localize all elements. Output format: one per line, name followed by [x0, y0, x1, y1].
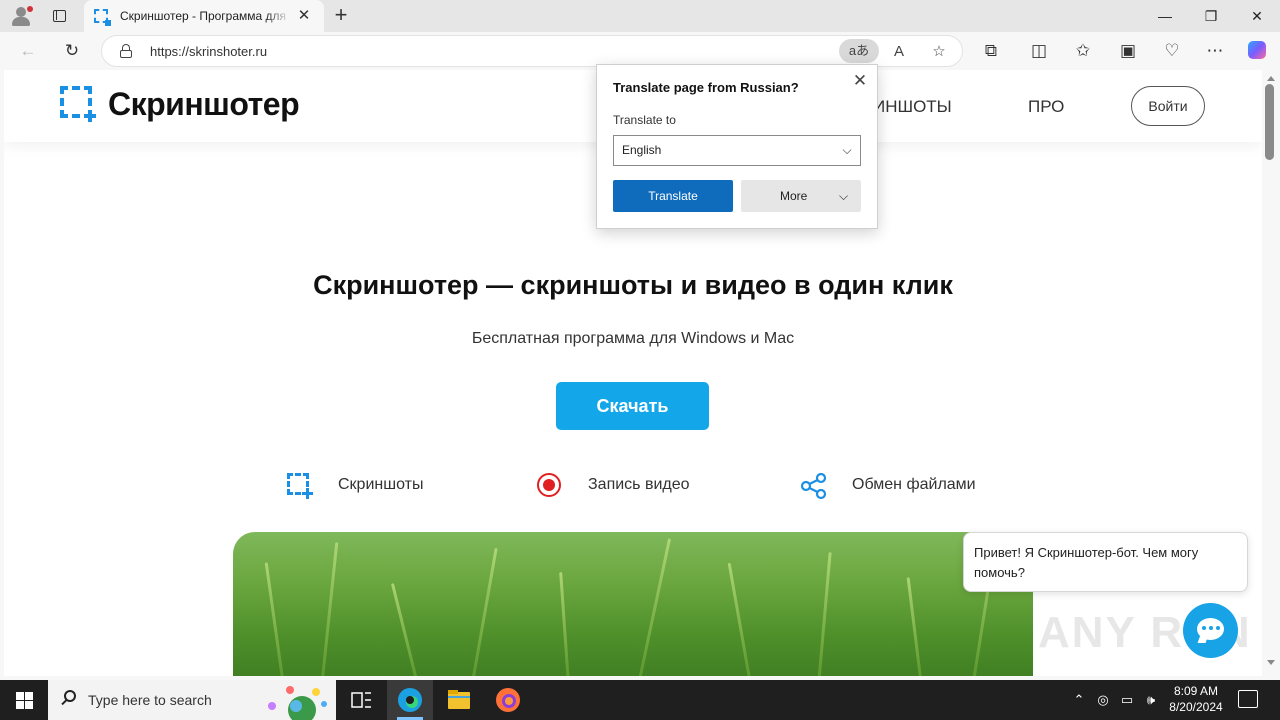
browser-titlebar: Скриншотер - Программа для ✕ + — ❐ ✕	[0, 0, 1280, 32]
chat-open-button[interactable]	[1183, 603, 1238, 658]
favorite-star-icon[interactable]: ☆	[928, 41, 950, 63]
favorites-icon[interactable]: ✩	[1071, 39, 1095, 63]
tab-favicon-icon	[94, 9, 111, 26]
address-bar[interactable]: https://skrinshoter.ru aあ A ☆	[101, 35, 963, 67]
chevron-down-icon: ⌵	[842, 143, 852, 157]
nav-pro[interactable]: ПРО	[1028, 97, 1064, 117]
profile-icon[interactable]	[10, 6, 33, 26]
hero-title: Скриншотер — скриншоты и видео в один кл…	[313, 270, 953, 300]
chat-greeting-bubble[interactable]: Привет! Я Скриншотер-бот. Чем могу помоч…	[963, 532, 1248, 592]
minimize-icon[interactable]: —	[1142, 0, 1188, 32]
settings-more-icon[interactable]: ⋯	[1203, 39, 1227, 63]
feature-video-recording[interactable]: Запись видео	[535, 471, 715, 501]
download-button[interactable]: Скачать	[556, 382, 709, 430]
window-close-icon[interactable]: ✕	[1234, 0, 1280, 32]
tab-close-icon[interactable]: ✕	[296, 8, 312, 24]
clock-date: 8/20/2024	[1169, 700, 1223, 714]
language-select-value: English	[622, 143, 662, 157]
collections-icon[interactable]: ▣	[1116, 39, 1140, 63]
tab-title: Скриншотер - Программа для	[120, 9, 290, 25]
read-aloud-icon[interactable]: A	[888, 41, 910, 63]
page-scrollbar[interactable]	[1262, 70, 1280, 676]
copilot-icon[interactable]	[1245, 39, 1269, 63]
login-button[interactable]: Войти	[1131, 86, 1205, 126]
logo-icon[interactable]	[60, 86, 96, 122]
browser-essentials-icon[interactable]: ♡	[1160, 39, 1184, 63]
task-view-icon[interactable]	[338, 680, 384, 720]
more-button[interactable]: More ⌵	[741, 180, 861, 212]
split-screen-icon[interactable]: ◫	[1027, 39, 1051, 63]
windows-start-icon[interactable]	[0, 680, 48, 720]
scroll-down-icon[interactable]	[1267, 660, 1275, 665]
chevron-down-icon: ⌵	[839, 189, 849, 203]
taskbar-search-box[interactable]: Type here to search	[48, 680, 336, 720]
translate-to-label: Translate to	[613, 113, 676, 127]
lock-icon[interactable]	[120, 44, 132, 58]
feature-label: Обмен файлами	[852, 476, 976, 493]
tray-app-icon[interactable]: ◎	[1094, 691, 1112, 709]
translate-popup: Translate page from Russian? ✕ Translate…	[596, 64, 878, 229]
nav-screenshots[interactable]: ИНШОТЫ	[873, 97, 952, 117]
volume-icon[interactable]: 🕪	[1142, 691, 1160, 709]
notification-icon[interactable]	[1238, 690, 1258, 708]
scroll-up-icon[interactable]	[1267, 76, 1275, 81]
restore-icon[interactable]: ❐	[1188, 0, 1234, 32]
share-icon	[799, 471, 829, 501]
clock-time: 8:09 AM	[1173, 684, 1219, 698]
scrollbar-thumb[interactable]	[1265, 84, 1274, 160]
tab-actions-icon[interactable]	[50, 7, 68, 25]
file-explorer-icon[interactable]	[436, 680, 482, 720]
tray-chevron-up-icon[interactable]: ⌃	[1070, 691, 1088, 709]
windows-taskbar: Type here to search ⌃ ◎ ▭ 🕪 8:09 AM 8/20…	[0, 680, 1280, 720]
hero-grass-image	[233, 532, 1033, 676]
edge-browser-icon[interactable]	[387, 680, 433, 720]
feature-file-sharing[interactable]: Обмен файлами	[799, 471, 999, 501]
screenshot-icon	[285, 471, 315, 501]
feature-label: Скриншоты	[338, 476, 424, 493]
address-url[interactable]: https://skrinshoter.ru	[150, 44, 267, 59]
record-icon	[535, 471, 565, 501]
feature-screenshots[interactable]: Скриншоты	[285, 471, 455, 501]
firefox-icon[interactable]	[485, 680, 531, 720]
logo-text[interactable]: Скриншотер	[108, 86, 300, 123]
language-select[interactable]: English ⌵	[613, 135, 861, 166]
search-icon	[61, 690, 77, 706]
search-highlight-icon	[266, 682, 332, 720]
translate-popup-title: Translate page from Russian?	[613, 80, 799, 95]
back-icon[interactable]: ←	[16, 39, 40, 63]
hero-subtitle: Бесплатная программа для Windows и Mac	[471, 330, 795, 347]
extensions-icon[interactable]: ⧉	[979, 39, 1003, 63]
taskbar-search-placeholder: Type here to search	[88, 692, 212, 708]
chat-greeting-text: Привет! Я Скриншотер-бот. Чем могу помоч…	[974, 545, 1199, 580]
feature-label: Запись видео	[588, 476, 690, 493]
translate-button[interactable]: Translate	[613, 180, 733, 212]
more-button-label: More	[780, 189, 808, 203]
translate-icon[interactable]: aあ	[839, 39, 879, 63]
new-tab-icon[interactable]: +	[331, 4, 351, 26]
browser-tab-active[interactable]: Скриншотер - Программа для ✕	[84, 0, 324, 32]
taskbar-clock[interactable]: 8:09 AM 8/20/2024	[1164, 683, 1228, 717]
close-icon[interactable]: ✕	[851, 72, 869, 90]
refresh-icon[interactable]: ↻	[60, 39, 84, 63]
network-icon[interactable]: ▭	[1118, 691, 1136, 709]
